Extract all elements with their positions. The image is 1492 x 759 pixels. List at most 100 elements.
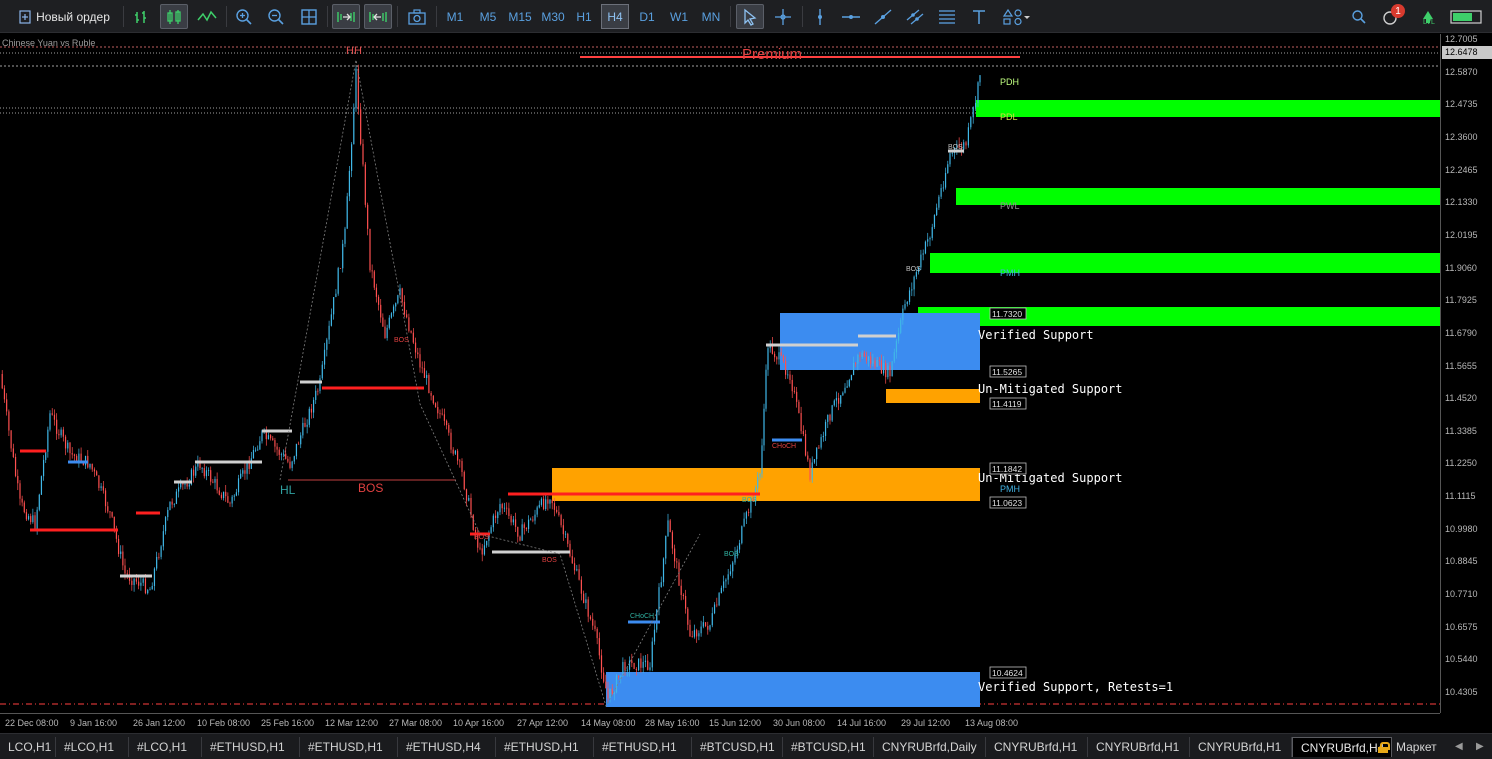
chart-tab[interactable]: #ETHUSD,H4 [398, 737, 496, 757]
candle-body [658, 587, 660, 610]
zone-label: Verified Support [978, 328, 1094, 342]
crosshair-tool-button[interactable] [770, 4, 796, 29]
candle-body [963, 142, 965, 150]
candle-body [348, 170, 350, 197]
candle-body [560, 515, 562, 526]
candle-body [126, 573, 128, 575]
time-scale[interactable]: 22 Dec 08:00 9 Jan 16:00 26 Jan 12:00 10 Fe… [0, 713, 1440, 733]
connection-status[interactable] [1446, 4, 1486, 29]
zoom-out-button[interactable] [263, 4, 289, 29]
candle-body [846, 386, 848, 388]
trendline-tool-button[interactable] [870, 4, 896, 29]
vertical-line-tool-button[interactable] [808, 4, 832, 29]
candle-body [913, 276, 915, 290]
candlestick-chart-button[interactable] [160, 4, 188, 29]
chart-tab[interactable]: CNYRUBrfd,H1 [1088, 737, 1190, 757]
text-tool-button[interactable] [966, 4, 992, 29]
candle-body [895, 340, 898, 353]
candle-body [27, 516, 30, 520]
zoom-in-button[interactable] [231, 4, 257, 29]
candle-body [965, 142, 967, 146]
timeframe-m15[interactable]: M15 [505, 4, 535, 29]
fibonacci-tool-button[interactable] [934, 4, 960, 29]
chart-tab[interactable]: CNYRUBrfd,H1 [1190, 737, 1292, 757]
timeframe-w1[interactable]: W1 [667, 4, 691, 29]
chart-tab[interactable]: CNYRUBrfd,Daily [874, 737, 986, 757]
auto-scroll-button[interactable] [332, 4, 360, 29]
candle-body [450, 432, 452, 450]
tile-windows-button[interactable] [296, 4, 322, 29]
candle-body [829, 414, 831, 421]
shapes-dropdown-button[interactable] [998, 4, 1034, 29]
candle-body [380, 304, 382, 318]
pmh-label: PMH [1000, 268, 1020, 278]
channel-tool-button[interactable] [902, 4, 928, 29]
chart-tab[interactable]: CNYRUBrfd,H1 [986, 737, 1088, 757]
price-label: 12.3600 [1445, 131, 1478, 142]
candle-body [545, 499, 547, 510]
screenshot-button[interactable] [404, 4, 430, 29]
candle-body [510, 515, 512, 523]
candle-body [600, 655, 603, 673]
candle-body [3, 388, 6, 400]
candle-body [761, 445, 763, 474]
candle-body [56, 419, 58, 434]
timeframe-mn[interactable]: MN [698, 4, 724, 29]
candle-body [25, 512, 28, 520]
zone-price-box: 11.7320 [989, 307, 1027, 320]
candle-body [417, 352, 419, 355]
candle-body [12, 448, 14, 457]
search-button[interactable] [1347, 4, 1371, 29]
timeframe-h1[interactable]: H1 [572, 4, 596, 29]
chart-tab[interactable]: LCO,H1 [0, 737, 56, 757]
candle-body [289, 461, 291, 468]
candle-body [40, 476, 43, 495]
cursor-tool-button[interactable] [736, 4, 764, 29]
chart-tab[interactable]: #ETHUSD,H1 [496, 737, 594, 757]
line-chart-button[interactable] [194, 4, 220, 29]
chart-tab[interactable]: #ETHUSD,H1 [202, 737, 300, 757]
timeframe-m5[interactable]: M5 [475, 4, 501, 29]
chart-tab[interactable]: #LCO,H1 [56, 737, 129, 757]
candles-group [1, 64, 981, 704]
candle-body [426, 375, 428, 378]
timeframe-d1[interactable]: D1 [635, 4, 659, 29]
candle-body [312, 399, 315, 413]
chart-shift-button[interactable] [364, 4, 392, 29]
candle-body [536, 507, 538, 515]
price-scale[interactable]: 12.7005 12.5870 12.4735 12.3600 12.2465 12.13… [1440, 34, 1492, 713]
candle-body [872, 360, 874, 364]
candle-body [23, 502, 25, 513]
notification-badge: 1 [1391, 4, 1405, 18]
timeframe-m30[interactable]: M30 [538, 4, 568, 29]
candle-body [911, 289, 913, 291]
timeframe-m1[interactable]: M1 [443, 4, 467, 29]
chart-tab[interactable]: #ETHUSD,H1 [300, 737, 398, 757]
tab-scroll-right-icon[interactable]: ▶ [1476, 741, 1484, 752]
bar-chart-button[interactable] [130, 4, 154, 29]
toolbar-separator [436, 6, 437, 27]
candle-body [392, 306, 395, 314]
horizontal-line-tool-button[interactable] [838, 4, 864, 29]
market-tab[interactable]: Маркет [1378, 737, 1437, 757]
candle-body [459, 460, 461, 462]
tab-scroll-left-icon[interactable]: ◀ [1455, 741, 1463, 752]
candle-body [727, 574, 729, 580]
candle-body [506, 507, 508, 509]
chart-tab[interactable]: CNYRUBrfd,H4 [1292, 737, 1392, 757]
candle-body [333, 297, 335, 315]
chart-tab[interactable]: #BTCUSD,H1 [692, 737, 783, 757]
candle-body [246, 462, 248, 474]
candle-body [490, 527, 492, 533]
candle-body [787, 374, 789, 376]
candle-body [567, 533, 569, 544]
chart-tab[interactable]: #BTCUSD,H1 [783, 737, 874, 757]
timeframe-h4[interactable]: H4 [601, 4, 629, 29]
candle-body [69, 442, 71, 454]
new-order-button[interactable]: Новый ордер [12, 4, 116, 29]
chart-tab[interactable]: #LCO,H1 [129, 737, 202, 757]
time-label: 10 Feb 08:00 [197, 718, 251, 728]
chart-tab[interactable]: #ETHUSD,H1 [594, 737, 692, 757]
candle-body [102, 486, 104, 491]
chart-area[interactable]: Premium HH HL BOS BOS BOS BOS BOS BOS BO… [0, 34, 1440, 713]
